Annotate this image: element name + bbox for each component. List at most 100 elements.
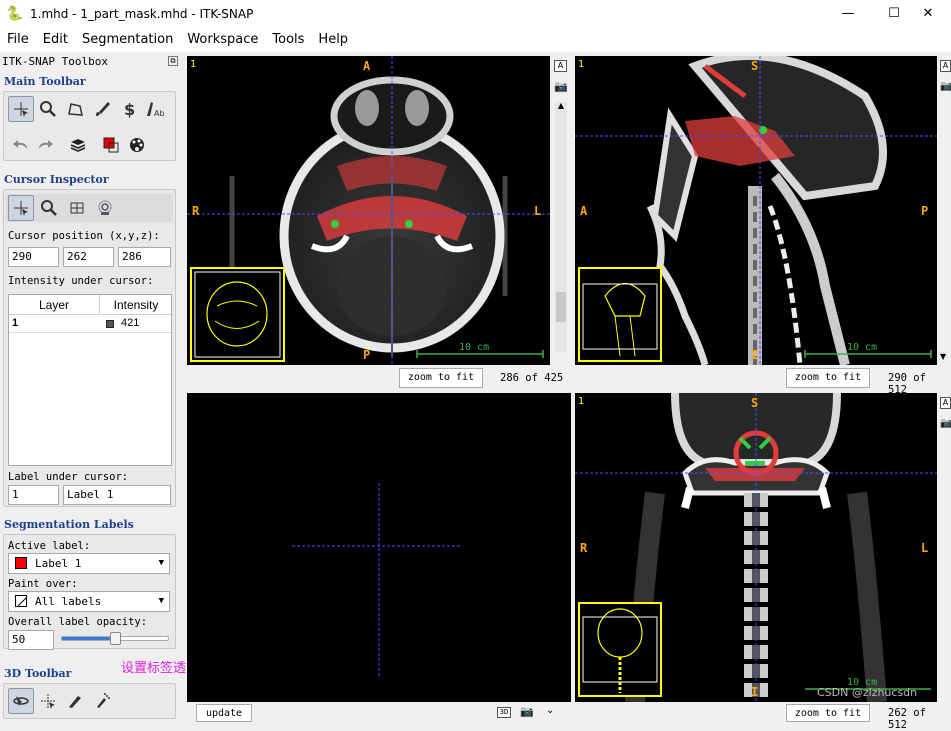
annotation-tool-icon[interactable]: Ab: [143, 96, 169, 122]
axial-side-toolbar: A 📷 ▲ ▼: [552, 56, 570, 408]
palette-icon[interactable]: [124, 132, 150, 158]
layers-icon[interactable]: [65, 132, 91, 158]
opacity-field[interactable]: 50: [8, 630, 54, 650]
view-number: 1: [578, 59, 585, 70]
minimize-button[interactable]: —: [825, 0, 871, 27]
spray-3d-icon[interactable]: [89, 688, 115, 714]
thumbnail-frame[interactable]: [578, 267, 662, 362]
menu-tools[interactable]: Tools: [265, 27, 311, 52]
label-name-field[interactable]: Label 1: [63, 485, 171, 505]
chevron-down-icon[interactable]: ⌄: [546, 705, 554, 716]
coronal-slice-count: 262 of 512: [888, 707, 926, 731]
active-label-swatch-icon: [15, 557, 27, 569]
menu-segmentation[interactable]: Segmentation: [75, 27, 180, 52]
inspector-crosshair-icon[interactable]: [8, 195, 34, 221]
annotation-a-icon[interactable]: A: [554, 60, 567, 72]
intensity-swatch-icon: [106, 320, 114, 328]
chevron-down-icon: ▼: [158, 596, 164, 606]
inspector-grid-icon[interactable]: [64, 195, 90, 221]
paint-over-combo[interactable]: All labels ▼: [8, 591, 170, 612]
main-toolbar-title: Main Toolbar: [4, 75, 86, 88]
rotate-3d-icon[interactable]: [8, 688, 34, 714]
annotation-a-icon[interactable]: A: [940, 397, 951, 409]
table-cell-layer: 1: [12, 317, 19, 329]
axial-slice-scrollbar[interactable]: ▲ ▼: [555, 102, 567, 408]
float-panel-icon[interactable]: ⧉: [168, 56, 178, 66]
scroll-up-icon[interactable]: ▲: [556, 102, 566, 110]
opacity-slider-fill: [62, 637, 115, 640]
menu-edit[interactable]: Edit: [36, 27, 75, 52]
opacity-label: Overall label opacity:: [8, 616, 148, 628]
menu-help[interactable]: Help: [311, 27, 355, 52]
label-under-cursor-label: Label under cursor:: [8, 471, 129, 483]
scale-label: 10 cm: [459, 342, 490, 353]
itksnap-logo-icon: 🐍: [6, 5, 24, 22]
cursor-inspector-title: Cursor Inspector: [4, 173, 109, 186]
zoom-tool-icon[interactable]: [35, 96, 61, 122]
menu-file[interactable]: File: [0, 27, 36, 52]
threed-crosshair: [292, 483, 462, 676]
orientation-top: S: [751, 59, 759, 73]
table-header-layer[interactable]: Layer: [9, 295, 100, 315]
orientation-bottom: P: [363, 348, 371, 362]
camera-icon[interactable]: 📷: [520, 705, 534, 718]
watermark-text: CSDN @zlzhucsdn: [817, 686, 918, 699]
orientation-left: R: [580, 541, 588, 555]
camera-icon[interactable]: 📷: [940, 82, 951, 94]
threed-view[interactable]: [187, 393, 571, 702]
sagittal-image: [575, 56, 937, 365]
axial-image: [187, 56, 550, 365]
paint-over-value: All labels: [35, 595, 102, 608]
cursor-x-field[interactable]: 290: [8, 247, 59, 267]
orientation-left: A: [580, 204, 588, 218]
intensity-label: Intensity under cursor:: [8, 275, 154, 287]
orientation-top: A: [363, 59, 371, 73]
label-id-field[interactable]: 1: [8, 485, 59, 505]
opacity-slider-handle[interactable]: [110, 632, 121, 645]
orientation-right: P: [921, 204, 929, 218]
annotation-a-icon[interactable]: A: [940, 60, 951, 72]
view-number: 1: [578, 396, 585, 407]
camera-icon[interactable]: 📷: [940, 419, 951, 431]
cursor-inspector-panel: Cursor position (x,y,z): 290 262 286 Int…: [3, 189, 176, 507]
toolbar-3d-title: 3D Toolbar: [4, 667, 72, 680]
main-toolbar-panel: $ Ab: [3, 91, 176, 161]
snake-tool-icon[interactable]: $: [116, 96, 142, 122]
coronal-view[interactable]: 1 S I R L 10 cm CSDN @zlzhucsdn: [575, 393, 937, 702]
axial-view[interactable]: 1 A P R L 10 cm: [187, 56, 550, 365]
threed-mode-icon[interactable]: 3D: [497, 707, 511, 718]
menu-workspace[interactable]: Workspace: [180, 27, 265, 52]
axial-zoom-to-fit-button[interactable]: zoom to fit: [399, 368, 483, 388]
sagittal-view[interactable]: 1 S I A P 10 cm: [575, 56, 937, 365]
menu-bar: File Edit Segmentation Workspace Tools H…: [0, 27, 951, 52]
opacity-slider[interactable]: [61, 632, 169, 645]
inspector-zoom-icon[interactable]: [36, 195, 62, 221]
view-number: 1: [190, 59, 197, 70]
inspector-sync-icon[interactable]: [92, 195, 118, 221]
redo-icon[interactable]: [32, 132, 58, 158]
paintbrush-tool-icon[interactable]: [89, 96, 115, 122]
svg-text:Ab: Ab: [154, 109, 165, 118]
cursor-y-field[interactable]: 262: [63, 247, 114, 267]
sagittal-zoom-to-fit-button[interactable]: zoom to fit: [786, 368, 870, 388]
toolbar-3d-panel: [3, 683, 176, 719]
cursor-z-field[interactable]: 286: [118, 247, 171, 267]
coronal-side-toolbar: A 📷: [938, 393, 951, 702]
scroll-down-icon[interactable]: ▼: [940, 353, 950, 361]
crosshair-3d-icon[interactable]: [35, 688, 61, 714]
scalpel-3d-icon[interactable]: [62, 688, 88, 714]
crosshair-tool-icon[interactable]: [8, 96, 34, 122]
coronal-zoom-to-fit-button[interactable]: zoom to fit: [786, 704, 870, 722]
close-button[interactable]: ✕: [905, 0, 951, 27]
polygon-tool-icon[interactable]: [62, 96, 88, 122]
table-row[interactable]: 1 421: [9, 316, 171, 333]
threed-update-button[interactable]: update: [196, 704, 252, 722]
active-label-combo[interactable]: Label 1 ▼: [8, 553, 170, 574]
scroll-thumb[interactable]: [556, 292, 566, 322]
label-color-icon[interactable]: [98, 132, 124, 158]
table-header-intensity[interactable]: Intensity: [101, 295, 171, 315]
toolbox-sidebar: ITK-SNAP Toolbox ⧉ Main Toolbar $ Ab Cur…: [0, 53, 186, 719]
undo-icon[interactable]: [8, 132, 34, 158]
orientation-right: L: [534, 204, 542, 218]
camera-icon[interactable]: 📷: [554, 81, 568, 94]
